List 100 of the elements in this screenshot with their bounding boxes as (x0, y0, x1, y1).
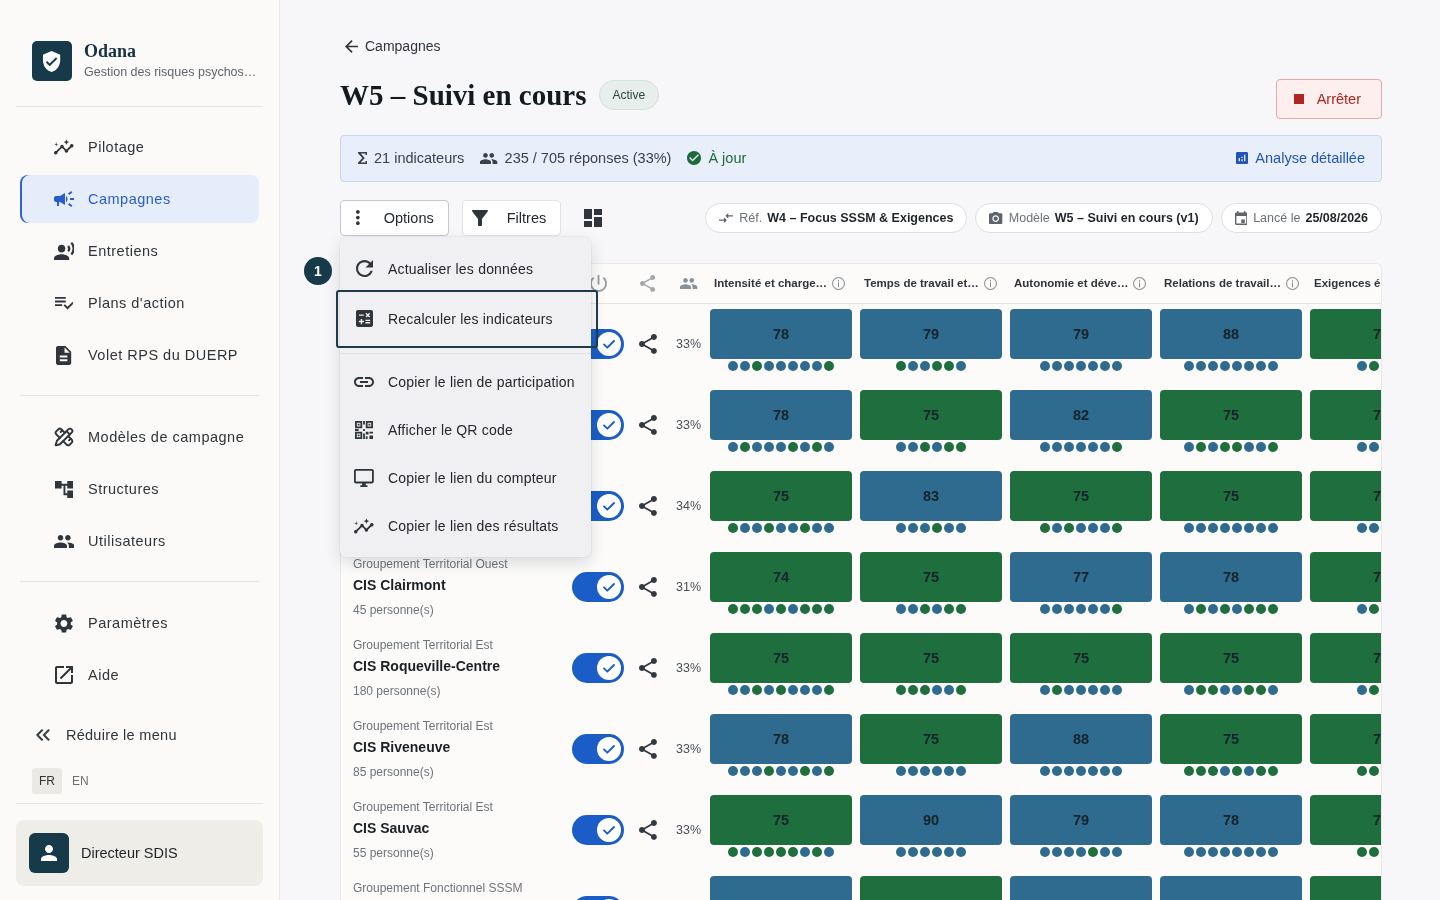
score-tile[interactable]: 88 (1010, 713, 1152, 764)
score-tile[interactable]: 75 (710, 470, 852, 521)
toggle-switch[interactable] (572, 815, 624, 845)
response-rate: 33% (676, 742, 702, 756)
unit-name: CIS Sauvac (353, 818, 431, 838)
toggle-switch[interactable] (572, 653, 624, 683)
nav-item[interactable]: Utilisateurs (20, 517, 259, 565)
score-tile[interactable]: 79 (1010, 794, 1152, 845)
menu-item[interactable]: Copier le lien de participation (340, 357, 591, 406)
analysis-link[interactable]: Analyse détaillée (1236, 150, 1365, 166)
group-name: Groupement Territorial Est (353, 798, 494, 815)
info-icon[interactable] (1133, 276, 1147, 290)
toggle-switch[interactable] (572, 734, 624, 764)
score-tile[interactable]: 82 (1010, 389, 1152, 440)
score-tile[interactable]: 79 (1010, 308, 1152, 359)
share-icon[interactable] (639, 739, 657, 759)
filter-icon (471, 209, 488, 226)
score-tile[interactable]: 7 (1310, 794, 1381, 845)
speaking-person-icon (53, 242, 75, 260)
stop-button[interactable]: Arrêter (1275, 78, 1382, 119)
check-icon (597, 737, 621, 761)
headcount: 45 personne(s) (353, 601, 435, 618)
menu-item[interactable]: Copier le lien du compteur (340, 453, 591, 502)
monitor-icon (354, 468, 374, 487)
score-tile[interactable]: 74 (710, 551, 852, 602)
language-option[interactable]: EN (70, 768, 91, 794)
share-icon[interactable] (639, 820, 657, 840)
response-rate: 33% (676, 337, 702, 351)
group-name: Groupement Territorial Est (353, 636, 494, 653)
score-tile[interactable]: 75 (1010, 470, 1152, 521)
score-tile[interactable]: 79 (860, 308, 1002, 359)
power-icon (589, 274, 607, 292)
score-tile[interactable]: 7 (1310, 551, 1381, 602)
shield-logo-icon (32, 41, 72, 81)
info-icon[interactable] (983, 276, 997, 290)
share-icon[interactable] (639, 658, 657, 678)
info-icon[interactable] (1285, 276, 1299, 290)
nav-item[interactable]: Pilotage (20, 123, 259, 171)
toggle-switch[interactable] (572, 572, 624, 602)
score-tile[interactable]: 75 (1160, 389, 1302, 440)
options-button[interactable]: Options (340, 199, 449, 236)
nav-item[interactable]: Volet RPS du DUERP (20, 331, 259, 379)
score-tile[interactable]: 83 (860, 470, 1002, 521)
calendar-icon (1234, 210, 1248, 225)
score-tile[interactable]: 78 (710, 713, 852, 764)
share-icon[interactable] (639, 496, 657, 516)
score-tile[interactable]: 75 (860, 389, 1002, 440)
pencil-ruler-icon (54, 427, 74, 447)
menu-item[interactable]: Afficher le QR code (340, 405, 591, 454)
double-chevron-left-icon (36, 729, 50, 741)
score-tile[interactable]: 78 (1160, 794, 1302, 845)
filters-button[interactable]: Filtres (461, 199, 562, 236)
score-tile[interactable]: 75 (1160, 632, 1302, 683)
nav-item[interactable]: Entretiens (20, 227, 259, 275)
collapse-menu-button[interactable]: Réduire le menu (20, 711, 259, 759)
back-link[interactable]: Campagnes (340, 36, 441, 56)
group-name: Groupement Territorial Ouest (353, 555, 509, 572)
unit-name: CIS Roqueville-Centre (353, 656, 502, 676)
nav-item[interactable]: Plans d'action (20, 279, 259, 327)
score-tile[interactable]: 7 (1310, 470, 1381, 521)
score-tile[interactable]: 75 (1160, 470, 1302, 521)
share-icon[interactable] (639, 334, 657, 354)
score-tile[interactable]: 75 (1010, 632, 1152, 683)
nav-item[interactable]: Paramètres (20, 599, 259, 647)
nav-item[interactable]: Aide (20, 651, 259, 699)
score-tile[interactable]: 77 (1010, 551, 1152, 602)
user-card[interactable]: Directeur SDIS (16, 820, 263, 886)
chip-label: Réf. (739, 210, 763, 225)
nav-item[interactable]: Modèles de campagne (20, 413, 259, 461)
score-tile[interactable]: 75 (1160, 713, 1302, 764)
score-tile[interactable]: 7 (1310, 389, 1381, 440)
score-tile[interactable]: 88 (1160, 308, 1302, 359)
share-icon[interactable] (639, 415, 657, 435)
camera-icon (989, 211, 1003, 224)
nav-item[interactable]: Structures (20, 465, 259, 513)
indicator-count: 21 indicateurs (374, 150, 465, 166)
score-tile[interactable]: 75 (710, 794, 852, 845)
language-option[interactable]: FR (32, 768, 62, 794)
score-tile[interactable]: 78 (710, 308, 852, 359)
score-tile[interactable]: 7 (1310, 632, 1381, 683)
score-tile[interactable]: 7 (1310, 308, 1381, 359)
score-tile[interactable]: 75 (860, 632, 1002, 683)
score-tile[interactable]: 75 (860, 551, 1002, 602)
check-icon (597, 494, 621, 518)
score-tile[interactable]: 75 (860, 713, 1002, 764)
nav-item[interactable]: Campagnes (20, 175, 259, 223)
score-tile[interactable]: 78 (710, 389, 852, 440)
bar-chart-icon (1236, 152, 1249, 164)
chip-value: W5 – Suivi en cours (v1) (1054, 210, 1199, 225)
score-tile[interactable]: 90 (860, 794, 1002, 845)
response-rate: 33% (676, 823, 702, 837)
menu-item[interactable]: Copier le lien des résultats (340, 501, 591, 550)
menu-item[interactable]: Recalculer les indicateurs (336, 289, 598, 348)
grid-layout-icon[interactable] (584, 208, 603, 227)
share-icon[interactable] (639, 577, 657, 597)
score-tile[interactable]: 7 (1310, 713, 1381, 764)
info-icon[interactable] (832, 276, 846, 290)
check-icon (597, 575, 621, 599)
score-tile[interactable]: 75 (710, 632, 852, 683)
score-tile[interactable]: 78 (1160, 551, 1302, 602)
